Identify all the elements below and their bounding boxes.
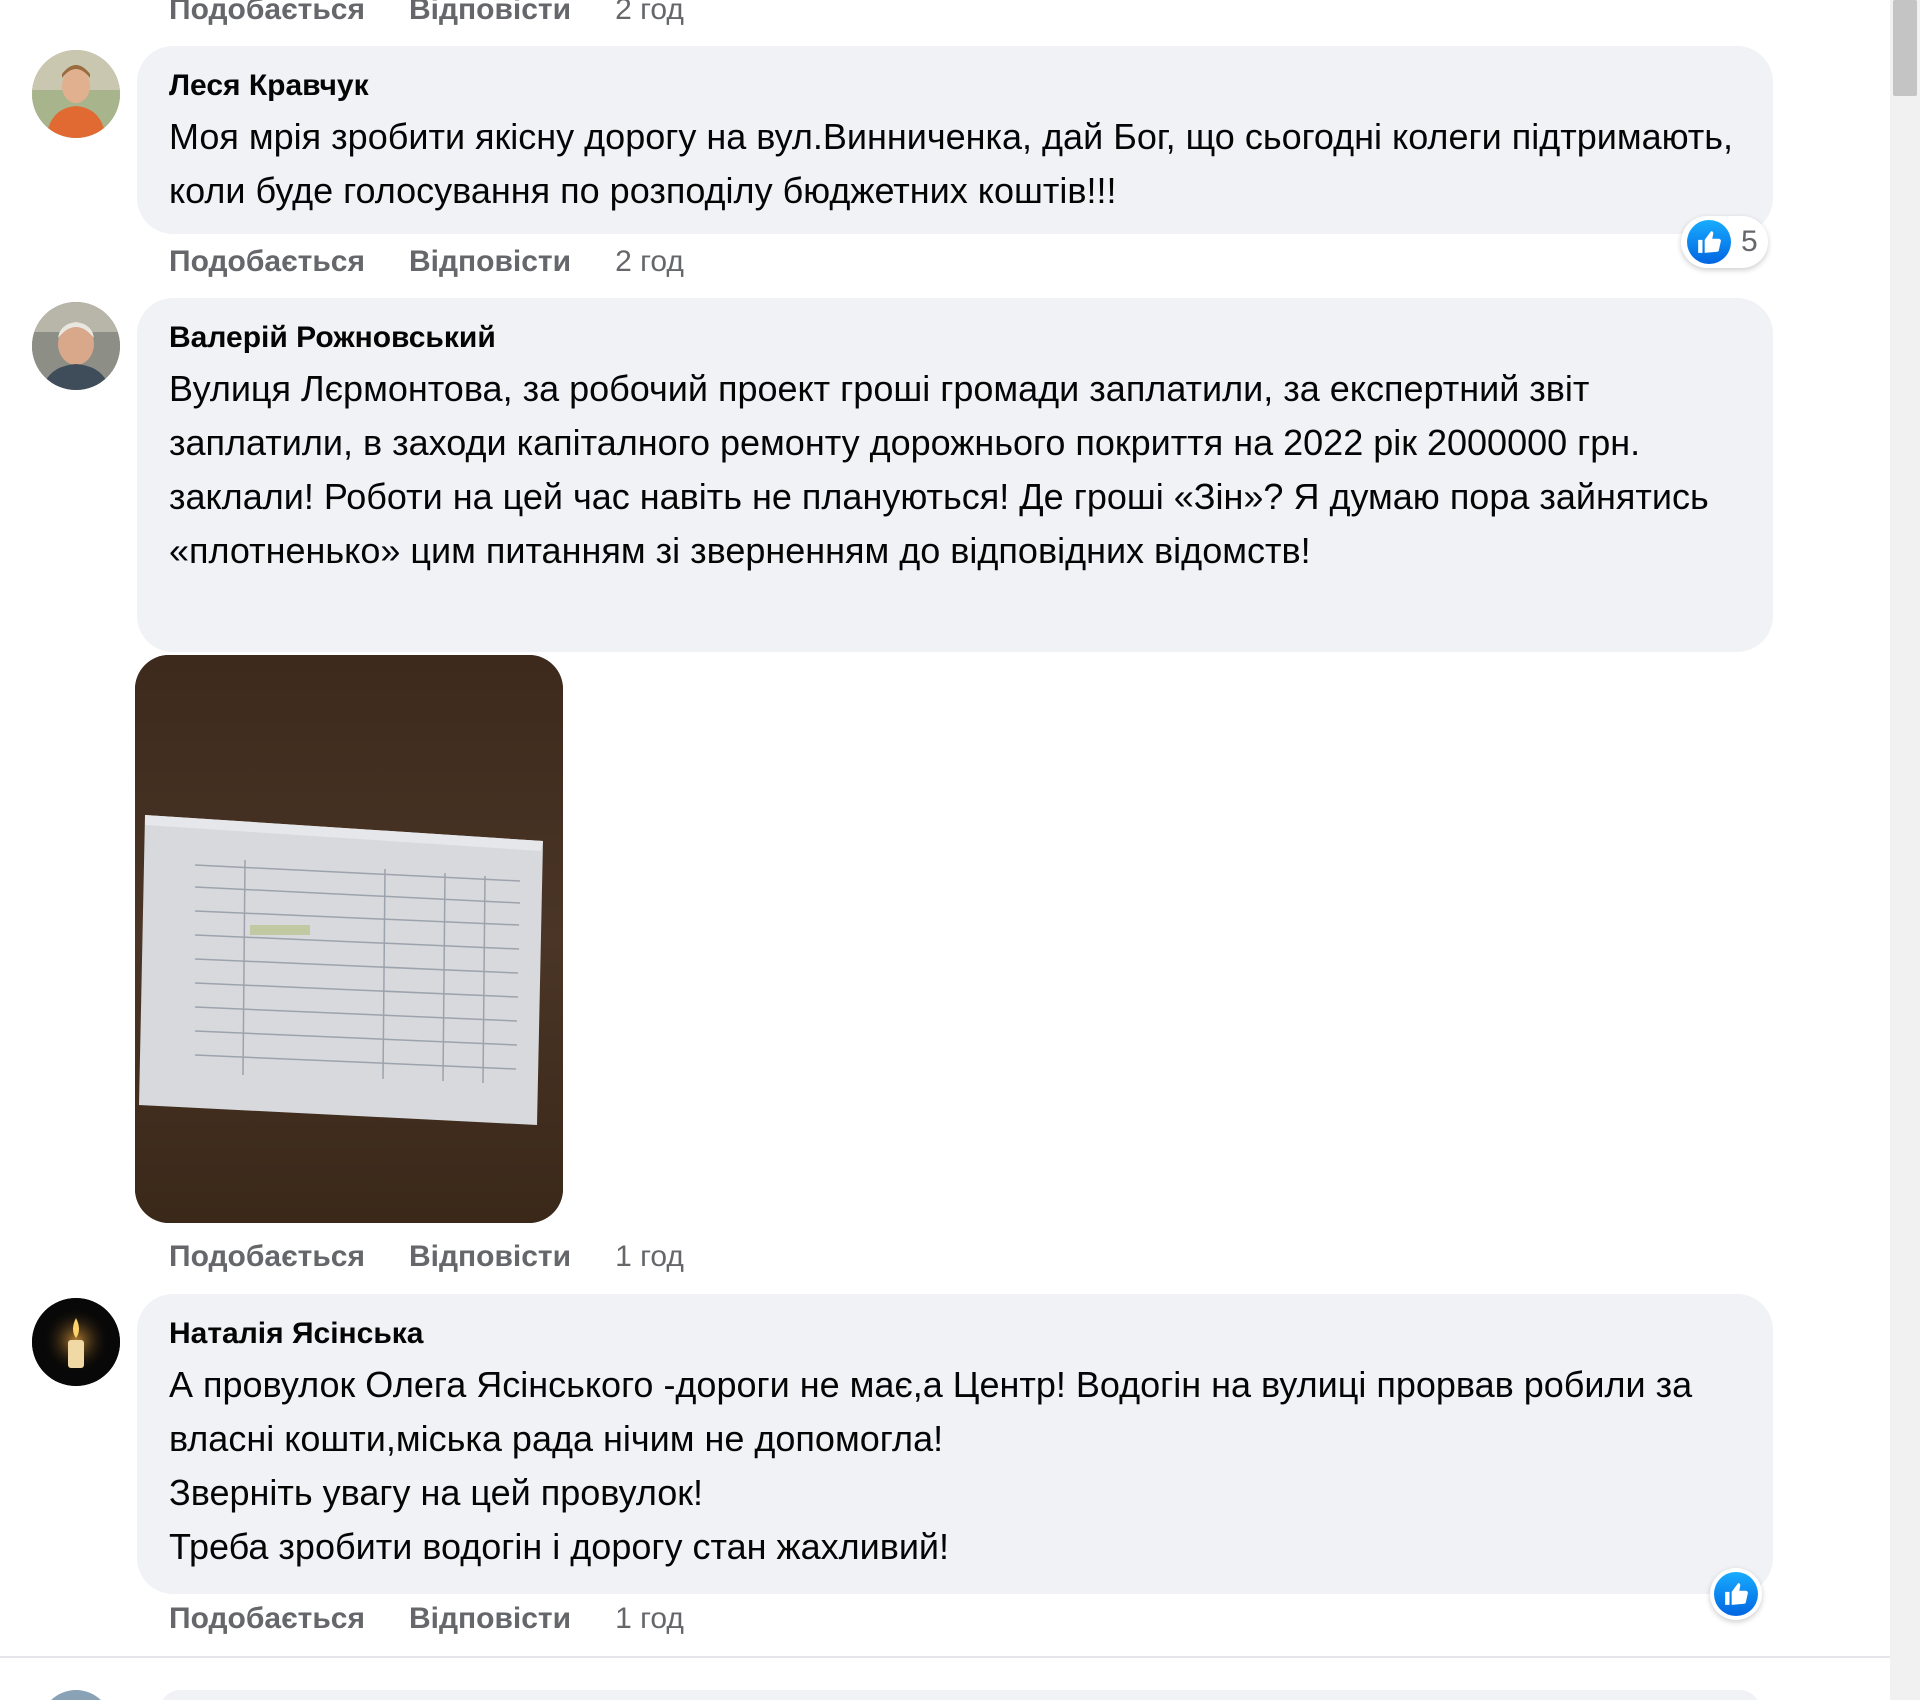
attached-photo[interactable] xyxy=(135,655,563,1223)
avatar[interactable] xyxy=(32,50,120,138)
comments-page: Подобається Відповісти 2 год Леся Кравчу… xyxy=(0,0,1920,1700)
avatar-photo-icon xyxy=(32,302,120,390)
comment-actions: Подобається Відповісти 1 год xyxy=(169,1237,684,1277)
comment-author[interactable]: Леся Кравчук xyxy=(169,68,1741,104)
like-link[interactable]: Подобається xyxy=(169,1240,365,1274)
scrollbar-thumb[interactable] xyxy=(1893,0,1917,96)
comment-time[interactable]: 2 год xyxy=(615,245,684,279)
reply-link[interactable]: Відповісти xyxy=(409,0,571,27)
document-photo-icon xyxy=(135,655,563,1223)
divider xyxy=(0,1656,1890,1658)
comment-time[interactable]: 1 год xyxy=(615,1240,684,1274)
comment-author[interactable]: Наталія Ясінська xyxy=(169,1316,1741,1352)
comment-time[interactable]: 2 год xyxy=(615,0,684,27)
comment-bubble xyxy=(160,1690,1760,1700)
avatar[interactable] xyxy=(40,1690,112,1700)
comment-actions-previous: Подобається Відповісти 2 год xyxy=(169,0,684,30)
comment-actions: Подобається Відповісти 2 год xyxy=(169,242,684,282)
comment-text: Вулиця Лєрмонтова, за робочий проект гро… xyxy=(169,368,1719,571)
like-link[interactable]: Подобається xyxy=(169,0,365,27)
comment-text: А провулок Олега Ясінського -дороги не м… xyxy=(169,1364,1693,1567)
scrollbar-track[interactable] xyxy=(1890,0,1920,1700)
reply-link[interactable]: Відповісти xyxy=(409,1602,571,1636)
avatar[interactable] xyxy=(32,1298,120,1386)
like-link[interactable]: Подобається xyxy=(169,245,365,279)
comment-text: Моя мрія зробити якісну дорогу на вул.Ви… xyxy=(169,116,1744,211)
comment-time[interactable]: 1 год xyxy=(615,1602,684,1636)
comment-author[interactable]: Валерій Рожновський xyxy=(169,320,1741,356)
reaction-count: 5 xyxy=(1741,225,1758,258)
candle-avatar-icon xyxy=(32,1298,120,1386)
comment-bubble: Наталія Ясінська А провулок Олега Ясінсь… xyxy=(137,1294,1773,1594)
reply-link[interactable]: Відповісти xyxy=(409,1240,571,1274)
like-link[interactable]: Подобається xyxy=(169,1602,365,1636)
reactions-badge[interactable] xyxy=(1710,1568,1762,1620)
like-reaction-icon xyxy=(1714,1572,1758,1616)
comment-bubble: Леся Кравчук Моя мрія зробити якісну дор… xyxy=(137,46,1773,234)
reactions-badge[interactable]: 5 xyxy=(1681,216,1768,268)
comment-bubble: Валерій Рожновський Вулиця Лєрмонтова, з… xyxy=(137,298,1773,652)
avatar[interactable] xyxy=(32,302,120,390)
like-reaction-icon xyxy=(1687,220,1731,264)
comment-actions: Подобається Відповісти 1 год xyxy=(169,1599,684,1639)
reply-link[interactable]: Відповісти xyxy=(409,245,571,279)
avatar-photo-icon xyxy=(32,50,120,138)
